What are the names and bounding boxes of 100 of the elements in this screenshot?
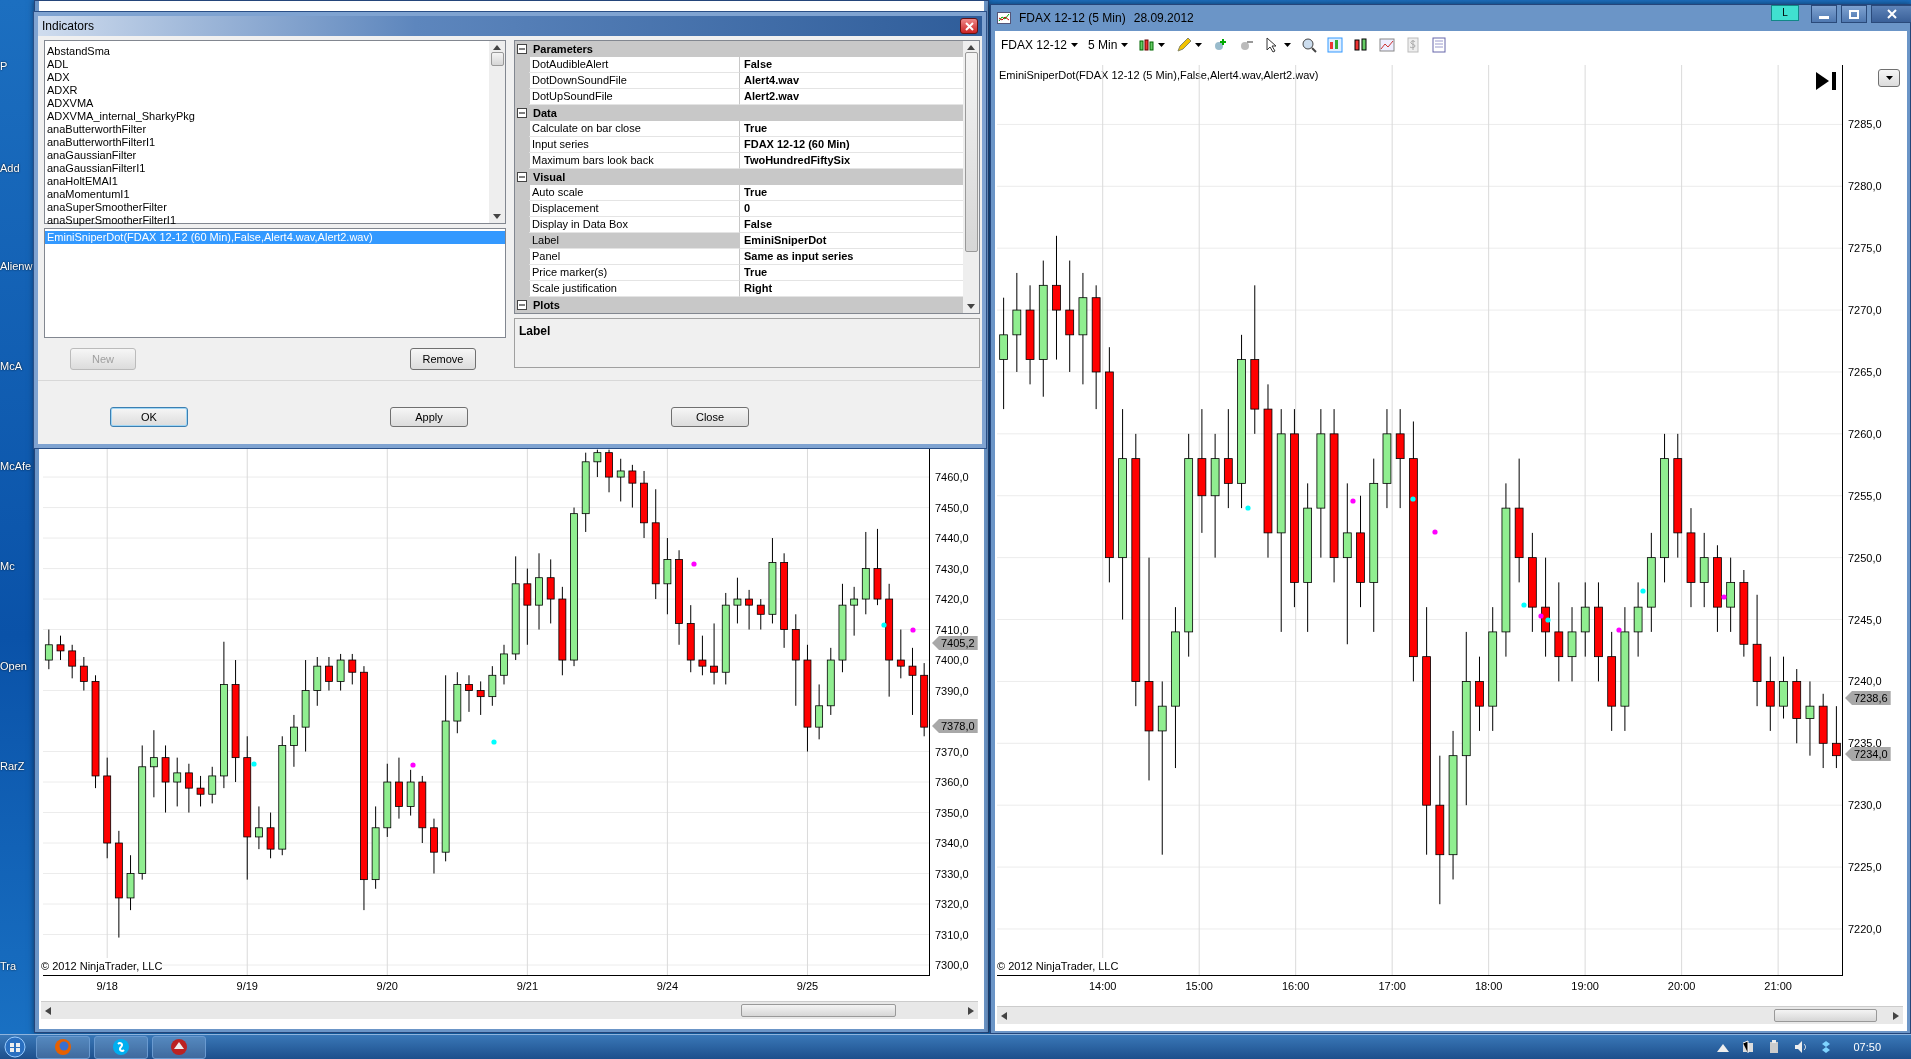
- property-value[interactable]: True: [740, 265, 963, 281]
- collapse-icon[interactable]: [517, 300, 527, 310]
- property-value[interactable]: 0: [740, 201, 963, 217]
- candlestick: [266, 812, 275, 859]
- property-name[interactable]: Panel: [529, 249, 740, 265]
- collapse-icon[interactable]: [517, 108, 527, 118]
- close-button[interactable]: [960, 18, 978, 34]
- desktop-icon-label[interactable]: P: [0, 58, 8, 75]
- apply-button[interactable]: Apply: [390, 407, 468, 427]
- property-name[interactable]: Displacement: [529, 201, 740, 217]
- speaker-icon[interactable]: [1793, 1040, 1808, 1054]
- list-item[interactable]: anaGaussianFilter: [45, 149, 489, 162]
- list-item[interactable]: ADL: [45, 58, 489, 71]
- link-badge-button[interactable]: L: [1771, 5, 1799, 21]
- list-item[interactable]: ADX: [45, 71, 489, 84]
- taskbar-app-button[interactable]: [94, 1035, 148, 1059]
- indicator-label: EminiSniperDot(FDAX 12-12 (5 Min),False,Alert4.wav,Alert2.wav): [999, 68, 1319, 83]
- list-item[interactable]: anaButterworthFilterI1: [45, 136, 489, 149]
- list-item[interactable]: ADXVMA: [45, 97, 489, 110]
- candlestick-button[interactable]: [1136, 37, 1168, 53]
- list-item[interactable]: anaSuperSmootherFilterI1: [45, 214, 489, 227]
- dollar-icon: [1405, 37, 1422, 53]
- candlestick: [56, 635, 65, 661]
- category-header[interactable]: Visual: [515, 169, 963, 185]
- property-name[interactable]: Label: [529, 233, 740, 249]
- maximize-button[interactable]: [1841, 5, 1867, 23]
- indicator-list[interactable]: [44, 40, 506, 224]
- property-name[interactable]: DotAudibleAlert: [529, 57, 740, 73]
- desktop-icon-label[interactable]: Open: [0, 658, 27, 675]
- axis-label: 7220,0: [1848, 921, 1882, 936]
- scroll-down-icon[interactable]: [967, 304, 975, 309]
- desktop-icon-label[interactable]: Mc: [0, 558, 15, 575]
- scroll-down-icon[interactable]: [493, 214, 501, 219]
- property-name[interactable]: Price marker(s): [529, 265, 740, 281]
- clock-time[interactable]: 07:50: [1853, 1038, 1881, 1056]
- property-value[interactable]: True: [740, 185, 963, 201]
- ok-button[interactable]: OK: [110, 407, 188, 427]
- list-item[interactable]: ADXVMA_internal_SharkyPkg: [45, 110, 489, 123]
- collapse-icon[interactable]: [517, 172, 527, 182]
- property-name[interactable]: Input series: [529, 137, 740, 153]
- scroll-right-icon[interactable]: [968, 1007, 974, 1015]
- desktop-icon-label[interactable]: McAfe: [0, 458, 32, 475]
- list-item[interactable]: anaButterworthFilter: [45, 123, 489, 136]
- close-button[interactable]: Close: [671, 407, 749, 427]
- property-value[interactable]: FDAX 12-12 (60 Min): [740, 137, 963, 153]
- list-item[interactable]: anaGaussianFilterI1: [45, 162, 489, 175]
- scroll-left-icon[interactable]: [1001, 1012, 1007, 1020]
- axis-label: 7230,0: [1848, 798, 1882, 813]
- desktop-icon-label[interactable]: RarZ: [0, 758, 25, 775]
- horizontal-scrollbar[interactable]: [41, 1001, 978, 1019]
- property-grid[interactable]: [514, 40, 980, 314]
- axis-label: 7330,0: [935, 866, 969, 881]
- chart-menu-dropdown[interactable]: [1878, 69, 1900, 87]
- scroll-up-icon[interactable]: [493, 45, 501, 50]
- vertical-scrollbar[interactable]: [963, 41, 979, 313]
- minimize-button[interactable]: [1811, 5, 1837, 23]
- candlestick: [745, 589, 753, 631]
- candlestick: [756, 598, 765, 631]
- scrollbar-thumb[interactable]: [964, 52, 978, 252]
- interval-dropdown[interactable]: 5 Min: [1086, 36, 1131, 54]
- scrollbar-thumb[interactable]: [490, 52, 504, 66]
- property-value[interactable]: Same as input series: [740, 249, 963, 265]
- category-header[interactable]: Data: [515, 105, 963, 121]
- property-name[interactable]: Auto scale: [529, 185, 740, 201]
- vertical-scrollbar[interactable]: [489, 41, 505, 223]
- category-header[interactable]: Plots: [515, 297, 963, 313]
- property-value[interactable]: False: [740, 217, 963, 233]
- candlestick: [710, 622, 718, 685]
- taskbar-app-button[interactable]: [152, 1035, 206, 1059]
- property-value[interactable]: Alert4.wav: [740, 73, 963, 89]
- scroll-up-icon[interactable]: [967, 45, 975, 50]
- scrollbar-thumb[interactable]: [741, 1004, 896, 1017]
- horizontal-scrollbar[interactable]: [997, 1006, 1903, 1024]
- caret-icon: [1121, 43, 1129, 47]
- flag-icon[interactable]: [1741, 1040, 1756, 1054]
- scroll-left-icon[interactable]: [45, 1007, 51, 1015]
- list-item[interactable]: anaHoltEMAI1: [45, 175, 489, 188]
- desktop-icon-label[interactable]: Alienw: [0, 258, 33, 275]
- property-value[interactable]: True: [740, 121, 963, 137]
- list-item[interactable]: ADXR: [45, 84, 489, 97]
- property-value[interactable]: EminiSniperDot: [740, 233, 963, 249]
- property-name[interactable]: DotDownSoundFile: [529, 73, 740, 89]
- desktop-icon-label[interactable]: Add: [0, 160, 20, 177]
- scrollbar-thumb[interactable]: [1774, 1009, 1877, 1022]
- category-header[interactable]: Parameters: [515, 41, 963, 57]
- property-name[interactable]: Calculate on bar close: [529, 121, 740, 137]
- property-value[interactable]: False: [740, 57, 963, 73]
- list-item[interactable]: anaMomentumI1: [45, 188, 489, 201]
- candlestick: [208, 766, 217, 804]
- desktop-icon-label[interactable]: McA: [0, 358, 22, 375]
- scroll-right-icon[interactable]: [1893, 1012, 1899, 1020]
- close-button[interactable]: [1871, 5, 1911, 23]
- zoom-icon: [1301, 37, 1318, 53]
- list-item[interactable]: AbstandSma: [45, 45, 489, 58]
- instrument-dropdown[interactable]: FDAX 12-12: [999, 36, 1081, 54]
- skip-to-end-icon[interactable]: [1815, 71, 1837, 91]
- desktop-icon-label[interactable]: Tra: [0, 958, 17, 975]
- remove-button[interactable]: Remove: [410, 348, 476, 370]
- list-item[interactable]: anaSuperSmootherFilter: [45, 201, 489, 214]
- collapse-icon[interactable]: [517, 44, 527, 54]
